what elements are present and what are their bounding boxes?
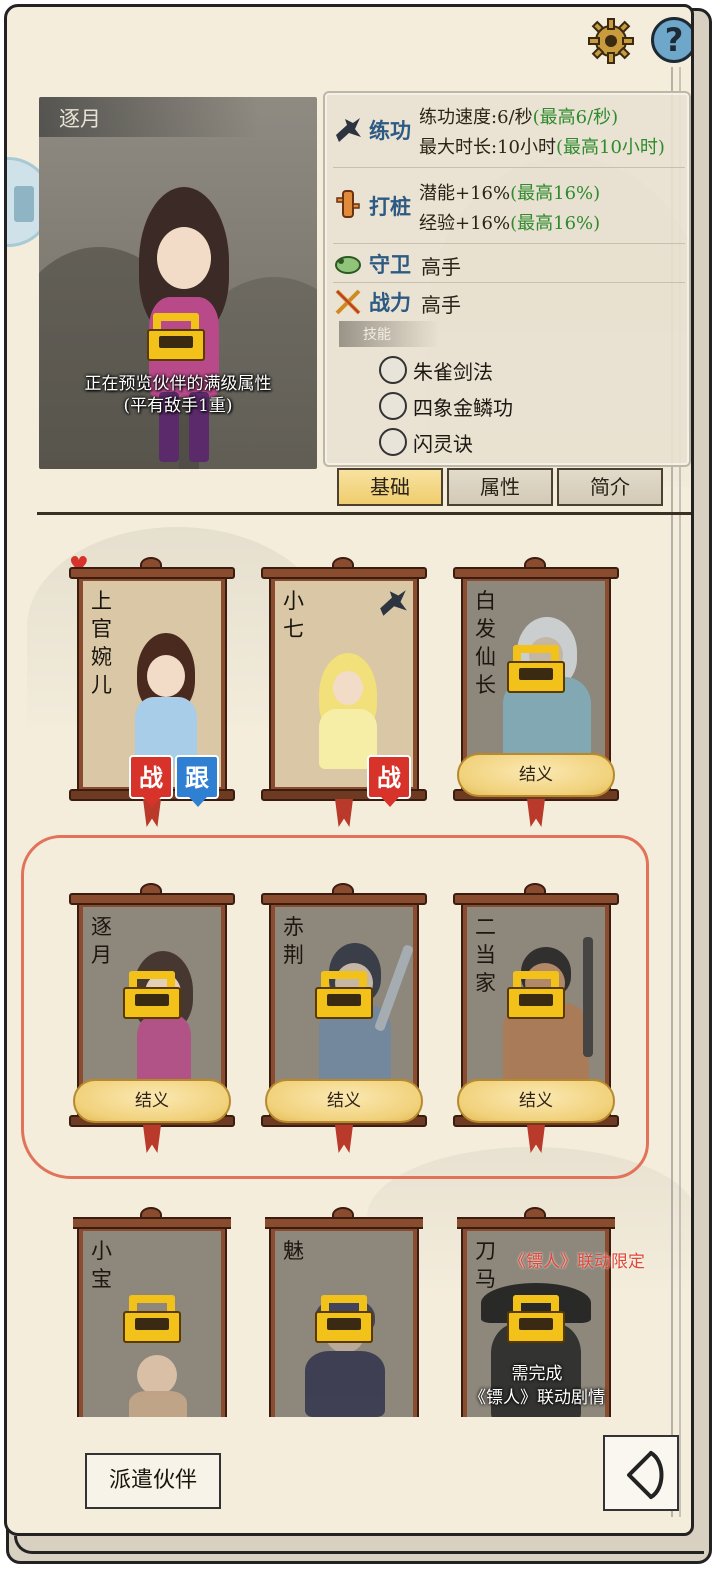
- power-row: 战力 高手: [325, 285, 691, 321]
- guard-row: 守卫 高手: [325, 245, 691, 281]
- battle-badge: 战: [129, 755, 173, 799]
- follow-badge: 跟: [175, 755, 219, 799]
- skill-name: 闪灵诀: [413, 432, 473, 456]
- wooden-stake-icon: [336, 190, 360, 218]
- question-icon[interactable]: ?: [651, 17, 691, 63]
- partner-figure: [491, 937, 601, 1097]
- partner-card-zhuyue[interactable]: 逐月 结义: [69, 883, 235, 1153]
- sword-skill-icon: [379, 356, 407, 384]
- lock-icon: [315, 1295, 373, 1343]
- back-button[interactable]: [603, 1435, 679, 1511]
- collab-limited-tag: 《镖人》联动限定: [509, 1252, 645, 1272]
- lock-icon: [507, 645, 565, 693]
- preview-note-line1: 正在预览伙伴的满级属性: [84, 374, 272, 394]
- inner-skill-icon: [379, 392, 407, 420]
- practice-icon: [336, 118, 361, 142]
- tab-basic[interactable]: 基础: [337, 468, 443, 506]
- stats-panel: 练功 练功速度:6/秒(最高6/秒) 最大时长:10小时(最高10小时) 打桩 …: [323, 91, 691, 467]
- skill-name: 四象金鳞功: [413, 396, 513, 420]
- book-frame: ? 逐月 正在预览伙伴的满级属性 (平有敌手1重) 练功 练功速度:6/秒(最高…: [0, 0, 720, 1575]
- partner-name: 白发仙长: [475, 589, 496, 697]
- partner-card-chijing[interactable]: 赤荆 结义: [261, 883, 427, 1153]
- guard-label: 守卫: [369, 252, 411, 277]
- partner-card-mei[interactable]: 魅: [265, 1207, 423, 1417]
- tab-intro[interactable]: 简介: [557, 468, 663, 506]
- guard-dragon-icon: [335, 256, 361, 274]
- partner-card-shangguan[interactable]: 上官婉儿 战 跟: [69, 557, 235, 827]
- lock-icon: [123, 971, 181, 1019]
- collab-note-line1: 需完成: [511, 1364, 563, 1384]
- divider: [333, 243, 685, 244]
- bond-button[interactable]: 结义: [457, 753, 615, 797]
- dispatch-partner-button[interactable]: 派遣伙伴: [85, 1453, 221, 1509]
- partner-preview-panel: 逐月 正在预览伙伴的满级属性 (平有敌手1重): [39, 97, 317, 469]
- partner-card-erdangjia[interactable]: 二当家 结义: [453, 883, 619, 1153]
- page-bottom-edge: [14, 1536, 704, 1554]
- tab-attributes[interactable]: 属性: [447, 468, 553, 506]
- practice-speed-value: 练功速度:6/秒: [419, 107, 533, 128]
- lock-icon: [123, 1295, 181, 1343]
- bond-button[interactable]: 结义: [73, 1079, 231, 1123]
- lock-icon: [147, 313, 205, 361]
- partner-card-xiaoqi[interactable]: 小七 战: [261, 557, 427, 827]
- partner-name: 小宝: [91, 1239, 112, 1291]
- partner-name: 魅: [283, 1239, 304, 1263]
- stake-exp-value: 经验+16%: [419, 213, 511, 234]
- guard-value: 高手: [421, 255, 461, 279]
- lock-icon: [315, 971, 373, 1019]
- preview-note-line2: (平有敌手1重): [123, 396, 233, 416]
- partner-figure: [123, 1347, 193, 1417]
- skills-header: 技能: [339, 321, 439, 347]
- bond-button[interactable]: 结义: [457, 1079, 615, 1123]
- practice-label: 练功: [369, 118, 411, 143]
- stake-potential: 潜能+16%(最高16%): [419, 179, 600, 205]
- stake-row: 打桩 潜能+16%(最高16%) 经验+16%(最高16%): [325, 171, 691, 239]
- power-value: 高手: [421, 293, 461, 317]
- preview-partner-name: 逐月: [59, 107, 101, 131]
- divider: [333, 167, 685, 168]
- partner-name: 赤荆: [283, 915, 304, 967]
- partner-name: 二当家: [475, 915, 496, 995]
- practice-speed-max: (最高6/秒): [532, 107, 619, 128]
- stake-exp-max: (最高16%): [510, 213, 601, 234]
- partner-name: 上官婉儿: [91, 589, 112, 697]
- main-page: ? 逐月 正在预览伙伴的满级属性 (平有敌手1重) 练功 练功速度:6/秒(最高…: [4, 4, 694, 1536]
- bond-button[interactable]: 结义: [265, 1079, 423, 1123]
- back-arrow-icon: [627, 1451, 664, 1499]
- stake-exp: 经验+16%(最高16%): [419, 209, 600, 235]
- stake-potential-value: 潜能+16%: [419, 183, 511, 204]
- partner-card-xiaobao[interactable]: 小宝: [73, 1207, 231, 1417]
- preview-note: 正在预览伙伴的满级属性 (平有敌手1重): [39, 373, 317, 417]
- crossed-swords-icon: [335, 289, 361, 315]
- partner-card-baifa[interactable]: 白发仙长 结义: [453, 557, 619, 827]
- lock-icon: [507, 1295, 565, 1343]
- battle-badge: 战: [367, 755, 411, 799]
- skills-header-label: 技能: [363, 327, 391, 343]
- practice-duration-value: 最大时长:10小时: [419, 137, 556, 158]
- practice-duration-max: (最高10小时): [555, 137, 665, 158]
- stake-potential-max: (最高16%): [510, 183, 601, 204]
- partner-name: 小七: [283, 589, 304, 641]
- power-label: 战力: [369, 290, 411, 315]
- gear-icon[interactable]: [587, 17, 635, 65]
- practice-duration: 最大时长:10小时(最高10小时): [419, 133, 665, 159]
- collab-note-line2: 《镖人》联动剧情: [469, 1388, 605, 1408]
- tab-underline: [37, 512, 691, 515]
- movement-skill-icon: [379, 428, 407, 456]
- stake-label: 打桩: [369, 194, 411, 219]
- divider: [333, 282, 685, 283]
- partner-name: 逐月: [91, 915, 112, 967]
- practice-icon: [380, 590, 407, 616]
- skill-name: 朱雀剑法: [413, 360, 493, 384]
- practice-speed: 练功速度:6/秒(最高6/秒): [419, 103, 618, 129]
- collab-requirement-note: 需完成 《镖人》联动剧情: [457, 1362, 617, 1410]
- practice-row: 练功 练功速度:6/秒(最高6/秒) 最大时长:10小时(最高10小时): [325, 93, 691, 163]
- side-tab-icon: [14, 186, 34, 222]
- lock-icon: [507, 971, 565, 1019]
- partner-name: 刀马: [475, 1239, 496, 1291]
